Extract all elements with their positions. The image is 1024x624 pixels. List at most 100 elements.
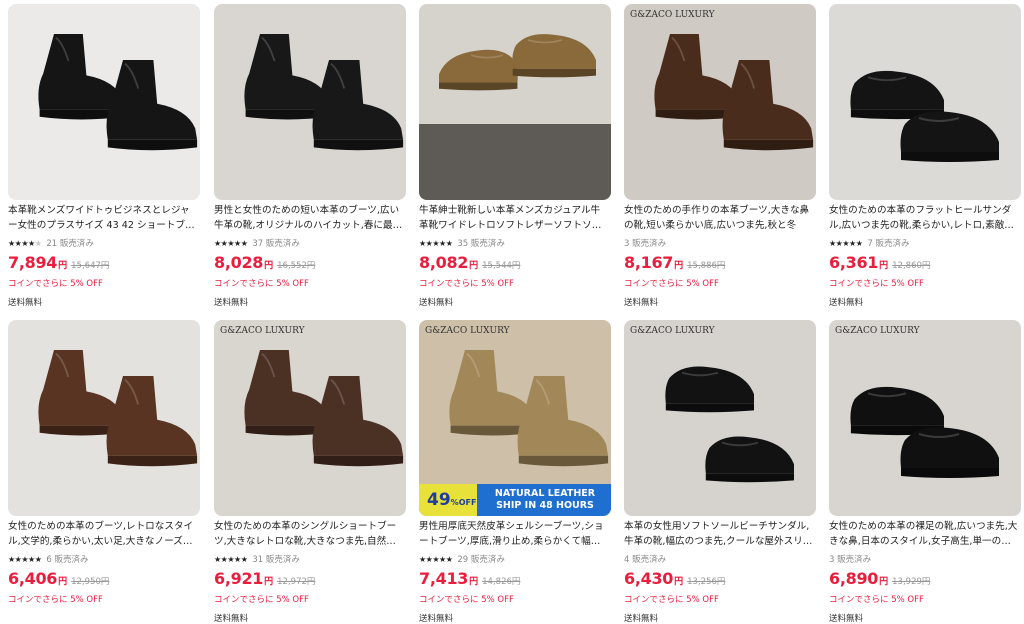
sold-count: 3 販売済み bbox=[829, 555, 872, 565]
product-image[interactable]: G&ZACO LUXURY bbox=[829, 320, 1021, 516]
sale-price: 7,894 bbox=[8, 253, 58, 272]
sold-count: 31 販売済み bbox=[252, 555, 300, 565]
product-title[interactable]: 女性のための手作りの本革ブーツ,大きな鼻の靴,短い柔らかい底,広いつま先,秋と冬 bbox=[624, 203, 814, 234]
coin-discount: コインでさらに 5% OFF bbox=[829, 595, 924, 605]
price-row: 6,406 円 12,950円 bbox=[8, 569, 109, 591]
sales-meta: ★★★★★ 6 販売済み bbox=[8, 553, 89, 566]
product-image[interactable]: G&ZACO LUXURY 49%OFF NATURAL LEATHER SHI… bbox=[419, 320, 611, 516]
sale-price: 6,921 bbox=[214, 569, 264, 588]
price-row: 7,894 円 15,647円 bbox=[8, 253, 109, 275]
sold-count: 4 販売済み bbox=[624, 555, 667, 565]
sold-count: 21 販売済み bbox=[46, 239, 94, 249]
sale-price: 6,406 bbox=[8, 569, 58, 588]
rating-stars: ★★★★★ bbox=[829, 238, 863, 248]
product-image[interactable]: G&ZACO LUXURY bbox=[214, 320, 406, 516]
rating-stars: ★★★★★ bbox=[419, 554, 453, 564]
currency-label: 円 bbox=[879, 577, 889, 587]
product-title[interactable]: 女性のための本革のフラットヒールサンダル,広いつま先の靴,柔らかい,レトロ,素敵… bbox=[829, 203, 1019, 234]
price-row: 6,921 円 12,972円 bbox=[214, 569, 315, 591]
original-price: 12,860円 bbox=[892, 261, 931, 271]
product-title[interactable]: 本革の女性用ソフトソールビーチサンダル,牛革の靴,幅広のつま先,クールな屋外スリ… bbox=[624, 519, 814, 550]
free-shipping: 送料無料 bbox=[829, 614, 864, 624]
product-image[interactable] bbox=[8, 320, 200, 516]
free-shipping: 送料無料 bbox=[214, 298, 249, 308]
price-row: 6,430 円 13,256円 bbox=[624, 569, 725, 591]
sales-meta: 4 販売済み bbox=[624, 553, 666, 565]
original-price: 15,886円 bbox=[687, 261, 726, 271]
currency-label: 円 bbox=[879, 261, 889, 271]
price-row: 6,890 円 13,929円 bbox=[829, 569, 930, 591]
rating-stars: ★★★★★ bbox=[214, 554, 248, 564]
rating-stars: ★★★★★ bbox=[214, 238, 248, 248]
currency-label: 円 bbox=[58, 261, 68, 271]
price-row: 8,028 円 16,552円 bbox=[214, 253, 315, 275]
product-title[interactable]: 女性のための本革の裸足の靴,広いつま先,大きな鼻,日本のスタイル,女子高生,単一… bbox=[829, 519, 1019, 550]
coin-discount: コインでさらに 5% OFF bbox=[8, 595, 103, 605]
coin-discount: コインでさらに 5% OFF bbox=[419, 595, 514, 605]
coin-discount: コインでさらに 5% OFF bbox=[624, 279, 719, 289]
product-title[interactable]: 女性のための本革のブーツ,レトロなスタイル,文学的,柔らかい,太い足,大きなノー… bbox=[8, 519, 198, 550]
rating-stars: ★★★★★ bbox=[419, 238, 453, 248]
currency-label: 円 bbox=[264, 577, 274, 587]
sale-price: 6,890 bbox=[829, 569, 879, 588]
coin-discount: コインでさらに 5% OFF bbox=[829, 279, 924, 289]
sales-meta: ★★★★★ 37 販売済み bbox=[214, 237, 300, 250]
coin-discount: コインでさらに 5% OFF bbox=[624, 595, 719, 605]
sold-count: 7 販売済み bbox=[867, 239, 910, 249]
original-price: 13,256円 bbox=[687, 577, 726, 587]
sale-price: 8,082 bbox=[419, 253, 469, 272]
currency-label: 円 bbox=[264, 261, 274, 271]
sales-meta: ★★★★★ 35 販売済み bbox=[419, 237, 505, 250]
currency-label: 円 bbox=[58, 577, 68, 587]
promo-banner: 49%OFF NATURAL LEATHER SHIP IN 48 HOURS bbox=[419, 484, 611, 516]
currency-label: 円 bbox=[469, 577, 479, 587]
product-image[interactable]: G&ZACO LUXURY bbox=[624, 320, 816, 516]
sales-meta: 3 販売済み bbox=[829, 553, 871, 565]
brand-watermark: G&ZACO LUXURY bbox=[835, 326, 920, 336]
product-title[interactable]: 本革靴メンズワイドトゥビジネスとレジャー女性のプラスサイズ 43 42 ショート… bbox=[8, 203, 198, 234]
currency-label: 円 bbox=[469, 261, 479, 271]
sold-count: 35 販売済み bbox=[457, 239, 505, 249]
sales-meta: ★★★★★ 31 販売済み bbox=[214, 553, 300, 566]
brand-watermark: G&ZACO LUXURY bbox=[425, 326, 510, 336]
sold-count: 29 販売済み bbox=[457, 555, 505, 565]
original-price: 15,647円 bbox=[71, 261, 110, 271]
original-price: 15,544円 bbox=[482, 261, 521, 271]
sold-count: 6 販売済み bbox=[46, 555, 89, 565]
sales-meta: ★★★★★ 29 販売済み bbox=[419, 553, 505, 566]
brand-watermark: G&ZACO LUXURY bbox=[630, 10, 715, 20]
sales-meta: 3 販売済み bbox=[624, 237, 666, 249]
free-shipping: 送料無料 bbox=[8, 298, 43, 308]
sale-price: 7,413 bbox=[419, 569, 469, 588]
free-shipping: 送料無料 bbox=[829, 298, 864, 308]
product-image[interactable] bbox=[214, 4, 406, 200]
original-price: 12,972円 bbox=[277, 577, 316, 587]
discount-badge: 49%OFF bbox=[419, 484, 477, 516]
original-price: 14,826円 bbox=[482, 577, 521, 587]
sales-meta: ★★★★★ 7 販売済み bbox=[829, 237, 910, 250]
coin-discount: コインでさらに 5% OFF bbox=[214, 595, 309, 605]
rating-stars: ★★★★★ bbox=[8, 238, 42, 248]
coin-discount: コインでさらに 5% OFF bbox=[214, 279, 309, 289]
product-image[interactable] bbox=[8, 4, 200, 200]
product-image[interactable] bbox=[829, 4, 1021, 200]
product-image[interactable] bbox=[419, 4, 611, 200]
original-price: 13,929円 bbox=[892, 577, 931, 587]
product-title[interactable]: 男性と女性のための短い本革のブーツ,広い牛革の靴,オリジナルのハイカット,春に最… bbox=[214, 203, 404, 234]
free-shipping: 送料無料 bbox=[624, 614, 659, 624]
product-image[interactable]: G&ZACO LUXURY bbox=[624, 4, 816, 200]
free-shipping: 送料無料 bbox=[214, 614, 249, 624]
price-row: 8,082 円 15,544円 bbox=[419, 253, 520, 275]
sale-price: 8,167 bbox=[624, 253, 674, 272]
product-title[interactable]: 牛革紳士靴新しい本革メンズカジュアル牛革靴ワイドレトロソフトレザーソフトソールス… bbox=[419, 203, 609, 234]
product-title[interactable]: 女性のための本革のシングルショートブーツ,大きなレトロな靴,大きなつま先,自然な… bbox=[214, 519, 404, 550]
banner-text: NATURAL LEATHER SHIP IN 48 HOURS bbox=[494, 488, 596, 511]
price-row: 6,361 円 12,860円 bbox=[829, 253, 930, 275]
product-grid: 本革靴メンズワイドトゥビジネスとレジャー女性のプラスサイズ 43 42 ショート… bbox=[0, 0, 1024, 624]
rating-stars: ★★★★★ bbox=[8, 554, 42, 564]
sale-price: 6,430 bbox=[624, 569, 674, 588]
product-title[interactable]: 男性用厚底天然皮革シェルシーブーツ,ショートブーツ,厚底,滑り止め,柔らかくて幅… bbox=[419, 519, 609, 550]
free-shipping: 送料無料 bbox=[624, 298, 659, 308]
price-row: 8,167 円 15,886円 bbox=[624, 253, 725, 275]
brand-watermark: G&ZACO LUXURY bbox=[220, 326, 305, 336]
